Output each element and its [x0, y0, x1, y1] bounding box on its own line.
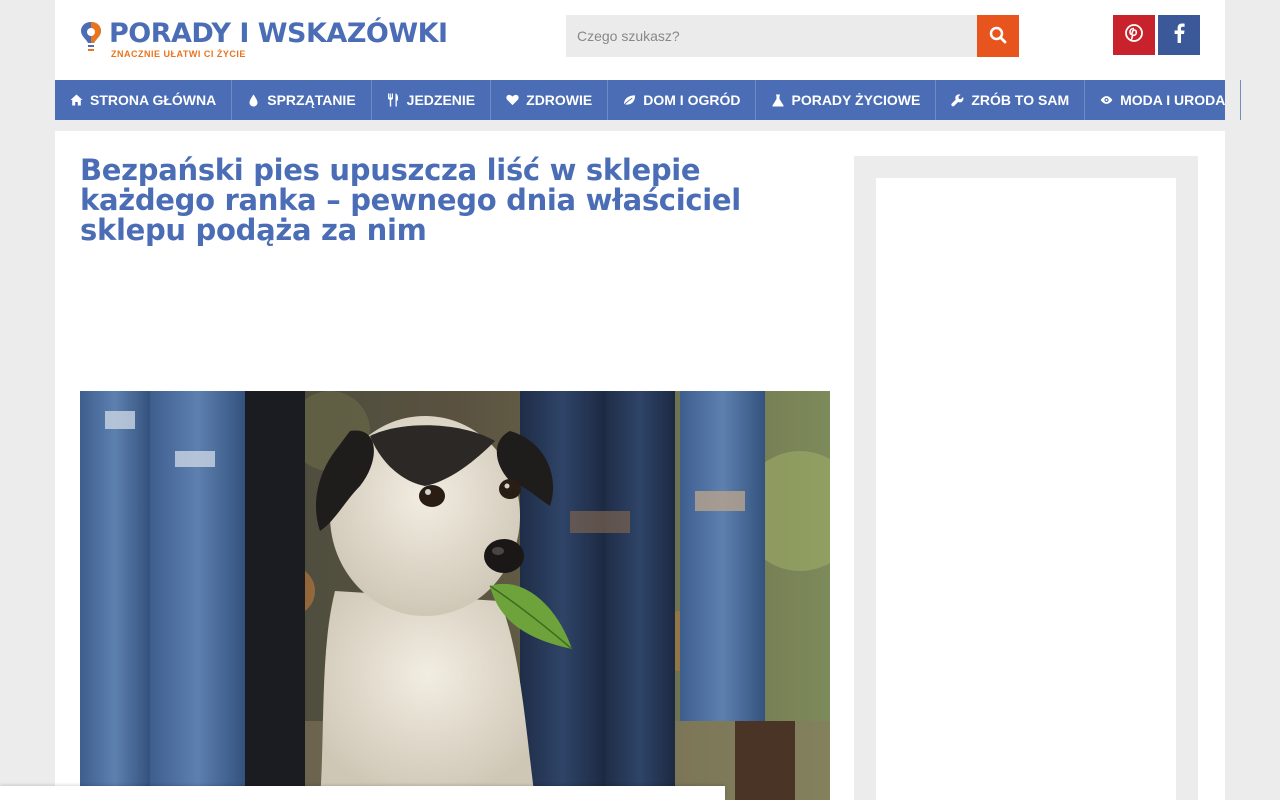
nav-item-health[interactable]: ZDROWIE — [491, 80, 609, 120]
cutlery-icon — [387, 93, 400, 107]
nav-item-label: STRONA GŁÓWNA — [90, 92, 217, 108]
sidebar-ad-slot — [876, 178, 1176, 800]
flask-icon — [771, 94, 784, 107]
search-form — [566, 15, 1019, 57]
eye-icon — [1100, 94, 1113, 107]
pinterest-icon — [1125, 23, 1143, 47]
leaf-icon — [623, 94, 636, 107]
lightbulb-icon — [79, 18, 103, 56]
nav-item-diy[interactable]: ZRÓB TO SAM — [936, 80, 1086, 120]
nav-item-food[interactable]: JEDZENIE — [372, 80, 492, 120]
main-nav: STRONA GŁÓWNA SPRZĄTANIE JEDZENIE ZDROWI… — [55, 80, 1242, 120]
sidebar — [854, 156, 1198, 800]
nav-item-label: ZDROWIE — [526, 92, 593, 108]
logo-title: PORADY I WSKAZÓWKI — [109, 18, 448, 49]
site-header: PORADY I WSKAZÓWKI ZNACZNIE UŁATWI CI ŻY… — [55, 0, 1225, 80]
nav-item-label: MODA I URODA — [1120, 92, 1226, 108]
heart-icon — [506, 94, 519, 107]
nav-item-life-tips[interactable]: PORADY ŻYCIOWE — [756, 80, 937, 120]
home-icon — [70, 94, 83, 107]
nav-item-label: JEDZENIE — [406, 92, 476, 108]
search-button[interactable] — [977, 15, 1019, 57]
search-input[interactable] — [566, 15, 977, 57]
bottom-sticky-bar — [0, 786, 725, 800]
nav-item-label: SPRZĄTANIE — [267, 92, 356, 108]
article-title: Bezpański pies upuszcza liść w sklepie k… — [80, 153, 741, 247]
nav-item-label: ZRÓB TO SAM — [971, 92, 1070, 108]
pinterest-button[interactable] — [1113, 15, 1155, 55]
nav-item-label: DOM I OGRÓD — [643, 92, 741, 108]
article-hero-image[interactable] — [80, 391, 830, 800]
main-content: Bezpański pies upuszcza liść w sklepie k… — [55, 131, 1225, 800]
logo-subtitle: ZNACZNIE UŁATWI CI ŻYCIE — [111, 49, 246, 59]
facebook-button[interactable] — [1158, 15, 1200, 55]
nav-item-home[interactable]: STRONA GŁÓWNA — [55, 80, 233, 120]
wrench-icon — [951, 93, 964, 107]
nav-item-fashion-beauty[interactable]: MODA I URODA — [1085, 80, 1242, 120]
facebook-icon — [1173, 23, 1185, 48]
nav-item-home-garden[interactable]: DOM I OGRÓD — [608, 80, 757, 120]
nav-item-label: PORADY ŻYCIOWE — [791, 92, 921, 108]
dog-photo — [80, 391, 830, 800]
nav-item-cleaning[interactable]: SPRZĄTANIE — [232, 80, 372, 120]
drop-icon — [247, 94, 260, 107]
search-icon — [989, 26, 1007, 47]
site-logo[interactable]: PORADY I WSKAZÓWKI ZNACZNIE UŁATWI CI ŻY… — [79, 18, 448, 62]
